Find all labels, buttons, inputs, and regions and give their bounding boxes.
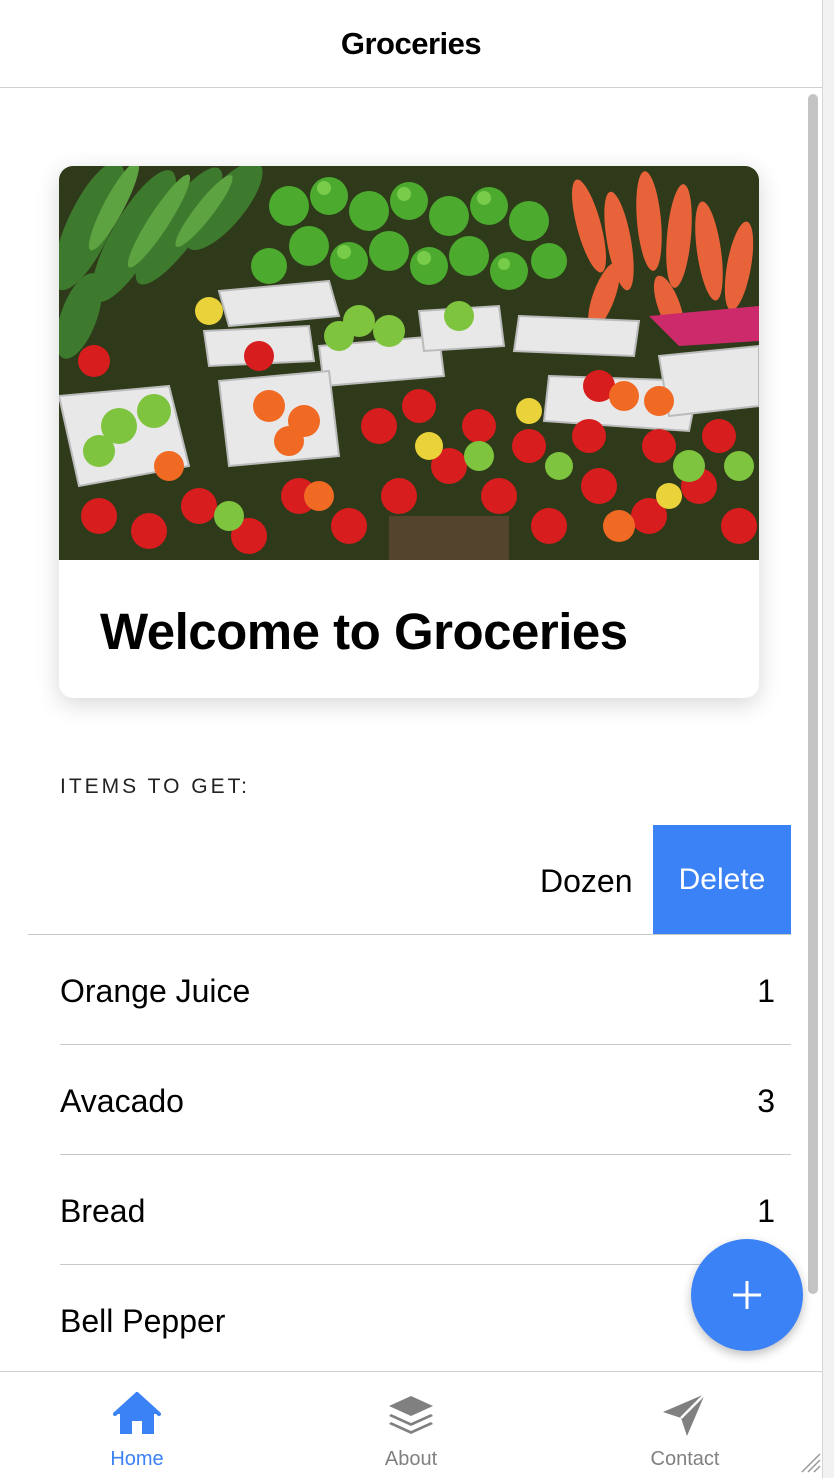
list-item-swiped[interactable]: Dozen Delete [28, 825, 791, 935]
add-item-button[interactable] [691, 1239, 803, 1351]
send-icon [663, 1393, 706, 1436]
resize-grip-icon[interactable] [800, 1452, 822, 1474]
layers-icon [389, 1396, 433, 1434]
tab-label: Home [110, 1448, 164, 1470]
home-icon [113, 1392, 161, 1434]
delete-button[interactable]: Delete [653, 825, 791, 935]
item-quantity: 1 [757, 973, 775, 1009]
section-label: ITEMS TO GET: [60, 775, 250, 798]
item-quantity: 1 [757, 1193, 775, 1229]
list-item[interactable]: Orange Juice 1 [28, 935, 791, 1045]
item-name: Bread [60, 1193, 146, 1229]
tab-about[interactable]: About [274, 1372, 548, 1472]
scrollbar-thumb[interactable] [808, 94, 818, 1294]
list-item[interactable]: Bread 1 [28, 1155, 791, 1265]
main-content[interactable]: Welcome to Groceries ITEMS TO GET: Dozen… [0, 88, 822, 1371]
list-item[interactable]: Bell Pepper [28, 1265, 791, 1371]
welcome-card: Welcome to Groceries [59, 166, 759, 698]
plus-icon [733, 1281, 761, 1309]
tab-home[interactable]: Home [0, 1372, 274, 1472]
item-name: Avacado [60, 1083, 184, 1119]
tab-label: About [384, 1448, 438, 1470]
scrollbar[interactable] [806, 92, 820, 1298]
item-name: Orange Juice [60, 973, 251, 1009]
tab-bar: Home About Contact [0, 1371, 822, 1479]
item-name: Bell Pepper [60, 1303, 226, 1339]
tab-label: Contact [650, 1448, 720, 1470]
page-title: Groceries [340, 25, 482, 61]
window-edge [822, 0, 834, 1478]
tab-contact[interactable]: Contact [548, 1372, 822, 1472]
top-bar: Groceries [0, 0, 822, 88]
groceries-hero-image [59, 166, 759, 560]
card-title: Welcome to Groceries [100, 603, 628, 660]
list-item[interactable]: Avacado 3 [28, 1045, 791, 1155]
item-quantity: 3 [757, 1083, 775, 1119]
item-quantity: Dozen [540, 863, 633, 899]
